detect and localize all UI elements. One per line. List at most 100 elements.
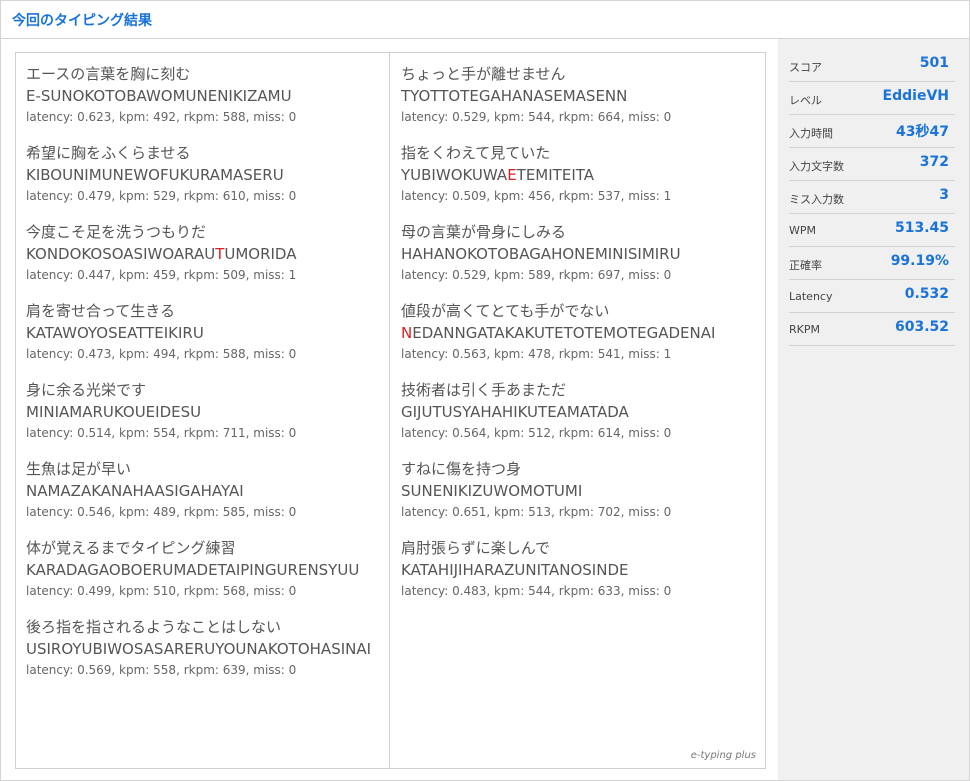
sentence-romaji: NAMAZAKANAHAASIGAHAYAI [26, 480, 379, 503]
result-entry: 母の言葉が骨身にしみる HAHANOKOTOBAGAHONEMINISIMIRU l… [401, 221, 755, 285]
result-entry: 値段が高くてとても手がでない NEDANNGATAKAKUTETOTEMOTEGA… [401, 300, 755, 364]
result-entry: 肩肘張らずに楽しんで KATAHIJIHARAZUNITANOSINDE laten… [401, 537, 755, 601]
sentence-stats: latency: 0.514, kpm: 554, rkpm: 711, mis… [26, 426, 297, 440]
romaji-text: KONDOKOSOASIWOARAU [26, 245, 216, 263]
result-entry: 生魚は足が早い NAMAZAKANAHAASIGAHAYAI latency: 0.… [26, 458, 379, 522]
summary-label: RKPM [789, 323, 820, 336]
sentence-japanese: 今度こそ足を洗うつもりだ [26, 223, 207, 241]
result-entry: 指をくわえて見ていた YUBIWOKUWAETEMITEITA latency: 0… [401, 142, 755, 206]
romaji-text: KIBOUNIMUNEWOFUKURAMASERU [26, 166, 284, 184]
result-entry: 身に余る光栄です MINIAMARUKOUEIDESU latency: 0.514… [26, 379, 379, 443]
sentence-japanese: 肩を寄せ合って生きる [26, 302, 175, 320]
summary-label: 入力時間 [789, 127, 833, 140]
sentence-stats: latency: 0.447, kpm: 459, rkpm: 509, mis… [26, 268, 297, 282]
sentence-japanese: 体が覚えるまでタイピング練習 [26, 539, 236, 557]
summary-value: 603.52 [894, 319, 949, 335]
romaji-text: NAMAZAKANAHAASIGAHAYAI [26, 482, 244, 500]
sentence-japanese: 生魚は足が早い [26, 460, 132, 478]
summary-row-latency: Latency 0.532 [789, 280, 955, 313]
result-entry: 技術者は引く手あまただ GIJUTUSYAHAHIKUTEAMATADA laten… [401, 379, 755, 443]
sentence-romaji: TYOTTOTEGAHANASEMASENN [401, 85, 755, 108]
result-entry: エースの言葉を胸に刻む E-SUNOKOTOBAWOMUNENIKIZAMU lat… [26, 63, 379, 127]
sentence-romaji: YUBIWOKUWAETEMITEITA [401, 164, 755, 187]
sentence-stats: latency: 0.563, kpm: 478, rkpm: 541, mis… [401, 347, 672, 361]
sentence-japanese: 肩肘張らずに楽しんで [401, 539, 550, 557]
brand-label: e-typing plus [690, 750, 756, 761]
sentence-stats: latency: 0.499, kpm: 510, rkpm: 568, mis… [26, 584, 297, 598]
sentence-romaji: KATAHIJIHARAZUNITANOSINDE [401, 559, 755, 582]
summary-value: 0.532 [904, 286, 949, 302]
sentence-stats: latency: 0.569, kpm: 558, rkpm: 639, mis… [26, 663, 297, 677]
sentence-stats: latency: 0.479, kpm: 529, rkpm: 610, mis… [26, 189, 297, 203]
sentence-romaji: USIROYUBIWOSASARERUYOUNAKOTOHASINAI [26, 638, 379, 661]
sentence-romaji: GIJUTUSYAHAHIKUTEAMATADA [401, 401, 755, 424]
romaji-text: KARADAGAOBOERUMADETAIPINGURENSYUU [26, 561, 360, 579]
summary-row-miss-count: ミス入力数 3 [789, 181, 955, 214]
romaji-text: TEMITEITA [516, 166, 595, 184]
romaji-text: TYOTTOTEGAHANASEMASENN [401, 87, 628, 105]
miss-character: E [507, 166, 517, 184]
sentence-japanese: 身に余る光栄です [26, 381, 147, 399]
summary-label: 入力文字数 [789, 160, 844, 173]
summary-label: WPM [789, 224, 817, 237]
sentence-romaji: KONDOKOSOASIWOARAUTUMORIDA [26, 243, 379, 266]
summary-row-rkpm: RKPM 603.52 [789, 313, 955, 346]
header: 今回のタイピング結果 [1, 1, 969, 39]
romaji-text: KATAWOYOSEATTEIKIRU [26, 324, 204, 342]
results-column-left: エースの言葉を胸に刻む E-SUNOKOTOBAWOMUNENIKIZAMU lat… [16, 53, 390, 768]
sentence-romaji: SUNENIKIZUWOMOTUMI [401, 480, 755, 503]
miss-character: T [215, 245, 225, 263]
summary-row-level: レベル EddieVH [789, 82, 955, 115]
romaji-text: SUNENIKIZUWOMOTUMI [401, 482, 583, 500]
summary-row-wpm: WPM 513.45 [789, 214, 955, 247]
sentence-results-panel: エースの言葉を胸に刻む E-SUNOKOTOBAWOMUNENIKIZAMU lat… [15, 52, 766, 769]
summary-value: 372 [919, 154, 949, 170]
sentence-japanese: すねに傷を持つ身 [401, 460, 522, 478]
sentence-japanese: 値段が高くてとても手がでない [401, 302, 610, 320]
summary-value: 3 [939, 187, 949, 203]
sentence-romaji: MINIAMARUKOUEIDESU [26, 401, 379, 424]
miss-character: N [401, 324, 413, 342]
summary-row-score: スコア 501 [789, 49, 955, 82]
sentence-japanese: 母の言葉が骨身にしみる [401, 223, 567, 241]
summary-label: 正確率 [789, 259, 822, 272]
sentence-stats: latency: 0.509, kpm: 456, rkpm: 537, mis… [401, 189, 672, 203]
romaji-text: EDANNGATAKAKUTETOTEMOTEGADENAI [412, 324, 716, 342]
romaji-text: USIROYUBIWOSASARERUYOUNAKOTOHASINAI [26, 640, 372, 658]
summary-label: スコア [789, 61, 822, 74]
result-entry: 体が覚えるまでタイピング練習 KARADAGAOBOERUMADETAIPINGU… [26, 537, 379, 601]
result-entry: すねに傷を持つ身 SUNENIKIZUWOMOTUMI latency: 0.651… [401, 458, 755, 522]
sentence-stats: latency: 0.546, kpm: 489, rkpm: 585, mis… [26, 505, 297, 519]
sentence-romaji: HAHANOKOTOBAGAHONEMINISIMIRU [401, 243, 755, 266]
results-column-right: ちょっと手が離せません TYOTTOTEGAHANASEMASENN latency… [391, 53, 765, 768]
sentence-japanese: 後ろ指を指されるようなことはしない [26, 618, 282, 636]
sentence-romaji: E-SUNOKOTOBAWOMUNENIKIZAMU [26, 85, 379, 108]
summary-value: 513.45 [894, 220, 949, 236]
romaji-text: UMORIDA [224, 245, 297, 263]
sentence-stats: latency: 0.483, kpm: 544, rkpm: 633, mis… [401, 584, 672, 598]
sentence-stats: latency: 0.529, kpm: 544, rkpm: 664, mis… [401, 110, 672, 124]
summary-label: Latency [789, 290, 833, 303]
summary-value: 501 [919, 55, 949, 71]
sentence-japanese: 希望に胸をふくらませる [26, 144, 191, 162]
summary-row-input-chars: 入力文字数 372 [789, 148, 955, 181]
sentence-stats: latency: 0.651, kpm: 513, rkpm: 702, mis… [401, 505, 672, 519]
summary-value: 43秒47 [896, 124, 949, 140]
sentence-romaji: KARADAGAOBOERUMADETAIPINGURENSYUU [26, 559, 379, 582]
result-entry: 希望に胸をふくらませる KIBOUNIMUNEWOFUKURAMASERU late… [26, 142, 379, 206]
sentence-japanese: 指をくわえて見ていた [401, 144, 551, 162]
result-entry: 肩を寄せ合って生きる KATAWOYOSEATTEIKIRU latency: 0.… [26, 300, 379, 364]
summary-label: ミス入力数 [789, 193, 844, 206]
summary-value: 99.19% [890, 253, 949, 269]
sentence-japanese: ちょっと手が離せません [401, 65, 566, 83]
sentence-romaji: KATAWOYOSEATTEIKIRU [26, 322, 379, 345]
romaji-text: GIJUTUSYAHAHIKUTEAMATADA [401, 403, 629, 421]
romaji-text: KATAHIJIHARAZUNITANOSINDE [401, 561, 629, 579]
result-entry: 今度こそ足を洗うつもりだ KONDOKOSOASIWOARAUTUMORIDA la… [26, 221, 379, 285]
sentence-romaji: NEDANNGATAKAKUTETOTEMOTEGADENAI [401, 322, 755, 345]
result-entry: 後ろ指を指されるようなことはしない USIROYUBIWOSASARERUYOUN… [26, 616, 379, 680]
results-window: 今回のタイピング結果 エースの言葉を胸に刻む E-SUNOKOTOBAWOMUNE… [0, 0, 970, 781]
summary-value: EddieVH [882, 88, 949, 104]
sentence-romaji: KIBOUNIMUNEWOFUKURAMASERU [26, 164, 379, 187]
romaji-text: E-SUNOKOTOBAWOMUNENIKIZAMU [26, 87, 292, 105]
